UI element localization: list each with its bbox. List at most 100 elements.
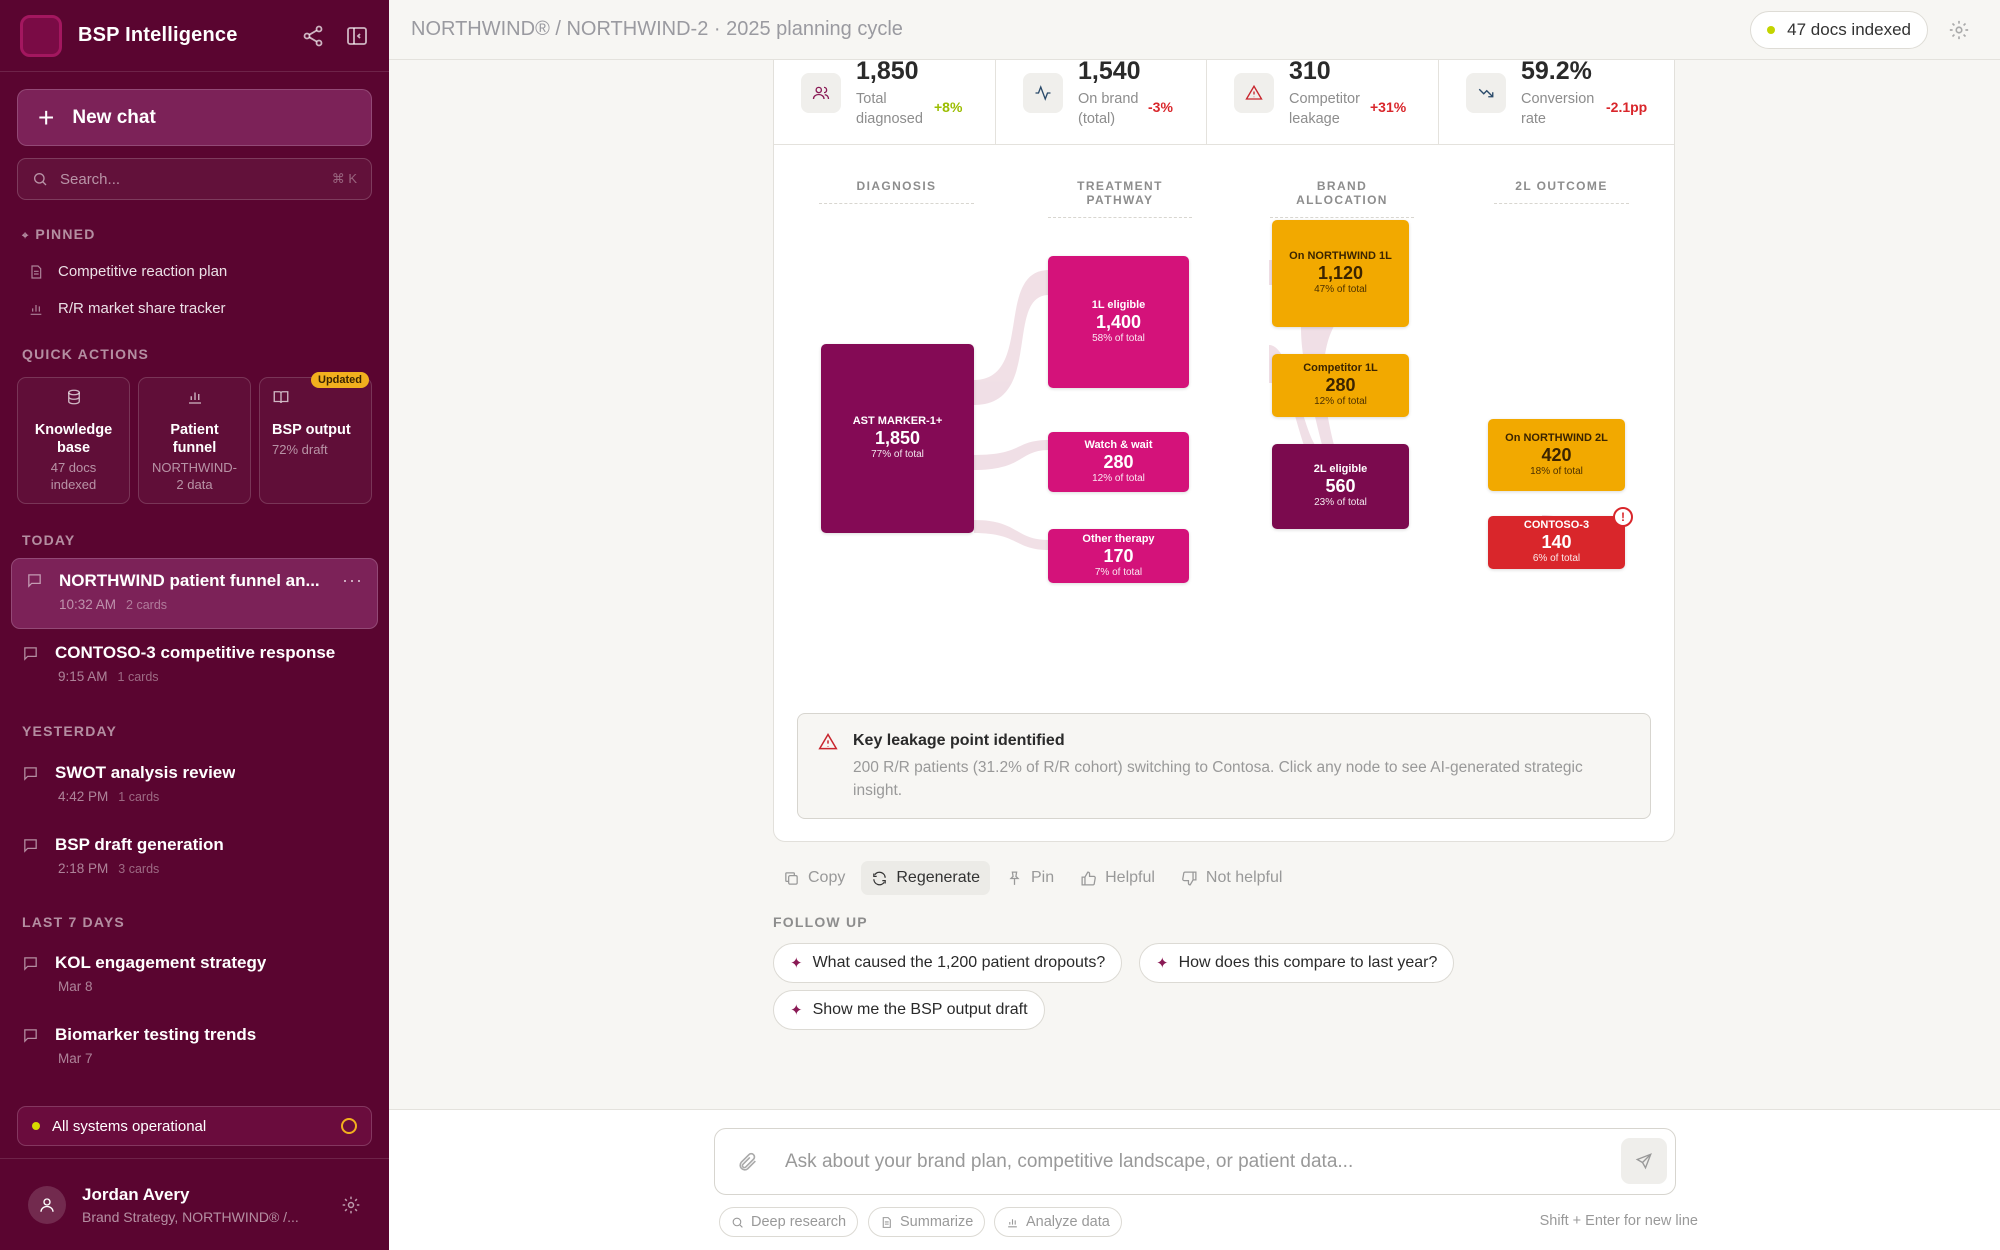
helpful-button[interactable]: Helpful <box>1070 861 1165 895</box>
new-chat-button[interactable]: + New chat <box>17 89 372 146</box>
bar-chart-icon <box>188 392 201 404</box>
pinned-item-market-share-tracker[interactable]: R/R market share tracker <box>28 300 226 317</box>
follow-up-chip-dropouts[interactable]: ✦ What caused the 1,200 patient dropouts? <box>773 943 1123 983</box>
status-text: All systems operational <box>52 1117 207 1135</box>
node-other-therapy[interactable]: Other therapy 170 7% of total <box>1048 529 1189 583</box>
node-1l-eligible[interactable]: 1L eligible 1,400 58% of total <box>1048 256 1189 388</box>
pinned-item-label: Competitive reaction plan <box>58 263 228 280</box>
user-profile[interactable]: Jordan Avery Brand Strategy, NORTHWIND® … <box>0 1158 389 1250</box>
node-name: 2L eligible <box>1313 463 1368 475</box>
chat-icon <box>24 766 37 781</box>
chat-time: 10:32 AM <box>59 597 117 612</box>
chat-input-placeholder: Ask about your brand plan, competitive l… <box>785 1150 1354 1172</box>
chat-item-northwind-patient-funnel[interactable]: NORTHWIND patient funnel an... ··· 10:32… <box>11 558 378 629</box>
newline-hint: Shift + Enter for new line <box>1539 1213 1698 1229</box>
group-header-last-7-days: LAST 7 DAYS <box>22 914 125 930</box>
status-dot <box>32 1122 40 1130</box>
kpi-label: Competitor leakage <box>1289 89 1360 129</box>
quick-action-patient-funnel[interactable]: Patient funnel NORTHWIND-2 data <box>138 377 251 504</box>
attach-paperclip-icon[interactable] <box>737 1151 759 1173</box>
chat-icon <box>28 574 41 588</box>
pin-button[interactable]: Pin <box>996 861 1064 895</box>
kpi-value: 310 <box>1289 57 1331 85</box>
collapse-sidebar-icon[interactable] <box>345 24 369 48</box>
node-on-northwind-2l[interactable]: On NORTHWIND 2L 420 18% of total <box>1488 419 1625 491</box>
flow-ast-1l <box>974 270 1049 405</box>
node-value: 420 <box>1541 444 1572 465</box>
kpi-change: +8% <box>934 99 963 115</box>
send-button[interactable] <box>1621 1138 1667 1184</box>
quick-action-bsp-output[interactable]: Updated BSP output 72% draft <box>259 372 372 504</box>
chat-item-biomarker-testing[interactable]: Biomarker testing trends Mar 7 <box>22 1025 367 1066</box>
kpi-label: Total diagnosed <box>856 89 923 129</box>
kpi-label-line: On brand <box>1078 91 1139 107</box>
main-area: NORTHWIND® / NORTHWIND-2 · 2025 planning… <box>389 0 2000 1250</box>
copy-button[interactable]: Copy <box>773 861 855 895</box>
sparkle-icon: ✦ <box>1156 955 1169 972</box>
analyze-data-button[interactable]: Analyze data <box>994 1207 1122 1237</box>
bar-chart-icon <box>30 304 42 315</box>
pinned-item-competitive-reaction-plan[interactable]: Competitive reaction plan <box>28 263 227 280</box>
sparkle-icon: ✦ <box>790 955 803 972</box>
activity-icon <box>1023 73 1063 113</box>
regenerate-button[interactable]: Regenerate <box>861 861 990 895</box>
copy-label: Copy <box>808 869 846 886</box>
node-competitor-1l[interactable]: Competitor 1L 280 12% of total <box>1272 354 1409 417</box>
summarize-button[interactable]: Summarize <box>868 1207 986 1237</box>
node-ast-marker[interactable]: AST MARKER-1+ 1,850 77% of total <box>821 344 974 533</box>
kpi-label-line: diagnosed <box>856 111 923 127</box>
node-contoso-3[interactable]: CONTOSO-3 140 6% of total ! <box>1488 507 1633 569</box>
deep-research-button[interactable]: Deep research <box>719 1207 859 1237</box>
search-input[interactable]: Search... ⌘ K <box>17 158 372 200</box>
not-helpful-button[interactable]: Not helpful <box>1171 861 1293 895</box>
chat-icon <box>24 646 37 661</box>
follow-up-chip-bsp-draft[interactable]: ✦ Show me the BSP output draft <box>773 990 1045 1030</box>
chat-item-kol-engagement[interactable]: KOL engagement strategy Mar 8 <box>22 953 367 994</box>
node-value: 1,400 <box>1095 311 1142 332</box>
chat-item-swot-analysis[interactable]: SWOT analysis review 4:42 PM 1 cards <box>22 763 367 804</box>
docs-indexed-pill[interactable]: 47 docs indexed <box>1750 11 1928 49</box>
more-options-icon[interactable]: ··· <box>342 570 363 591</box>
user-icon <box>40 1197 54 1212</box>
brand-name: BSP Intelligence <box>78 24 238 46</box>
kpi-change: -3% <box>1148 99 1173 115</box>
system-status[interactable]: All systems operational <box>17 1106 372 1146</box>
refresh-icon <box>873 871 887 885</box>
warning-icon <box>1234 73 1274 113</box>
quick-action-title: BSP output <box>272 422 351 438</box>
quick-action-title: Patient funnel <box>170 422 219 456</box>
follow-up-chip-compare[interactable]: ✦ How does this compare to last year? <box>1139 943 1455 983</box>
leakage-body: 200 R/R patients (31.2% of R/R cohort) s… <box>853 759 1583 799</box>
node-watch-wait[interactable]: Watch & wait 280 12% of total <box>1048 432 1189 492</box>
quick-action-knowledge-base[interactable]: Knowledge base 47 docs indexed <box>17 377 130 504</box>
alert-icon[interactable]: ! <box>1613 507 1633 527</box>
follow-up-header: FOLLOW UP <box>773 914 868 930</box>
flow-ast-ww <box>974 440 1049 470</box>
chat-item-contoso-competitive-response[interactable]: CONTOSO-3 competitive response 9:15 AM 1 … <box>22 643 367 684</box>
share-icon[interactable] <box>301 24 325 48</box>
node-pct: 23% of total <box>1314 497 1367 508</box>
chat-item-bsp-draft-generation[interactable]: BSP draft generation 2:18 PM 3 cards <box>22 835 367 876</box>
chat-time: Mar 7 <box>58 1051 93 1066</box>
chat-cards: 1 cards <box>118 790 160 804</box>
node-on-northwind-1l[interactable]: On NORTHWIND 1L 1,120 47% of total <box>1272 220 1409 327</box>
column-header-brand-allocation: BRAND ALLOCATION <box>1270 179 1414 218</box>
node-name: Other therapy <box>1082 532 1155 545</box>
node-value: 1,850 <box>874 428 921 448</box>
composer-area: Ask about your brand plan, competitive l… <box>389 1109 2000 1250</box>
chat-cards: 3 cards <box>118 862 160 876</box>
settings-gear-icon[interactable] <box>341 1195 361 1215</box>
node-2l-eligible[interactable]: 2L eligible 560 23% of total <box>1272 444 1409 529</box>
quick-action-title: Knowledge base <box>34 422 113 456</box>
chat-input[interactable]: Ask about your brand plan, competitive l… <box>714 1128 1676 1195</box>
node-pct: 47% of total <box>1314 284 1367 295</box>
top-bar: NORTHWIND® / NORTHWIND-2 · 2025 planning… <box>389 0 2000 60</box>
chat-cards: 1 cards <box>117 670 159 684</box>
status-check-icon <box>341 1118 357 1134</box>
settings-gear-icon[interactable] <box>1948 19 1970 41</box>
flow-ast-ot <box>974 520 1049 550</box>
kpi-value: 59.2% <box>1521 57 1592 85</box>
leakage-title: Key leakage point identified <box>853 732 1065 749</box>
user-role: Brand Strategy, NORTHWIND® /... <box>82 1208 299 1225</box>
chat-time: 2:18 PM <box>58 861 109 876</box>
